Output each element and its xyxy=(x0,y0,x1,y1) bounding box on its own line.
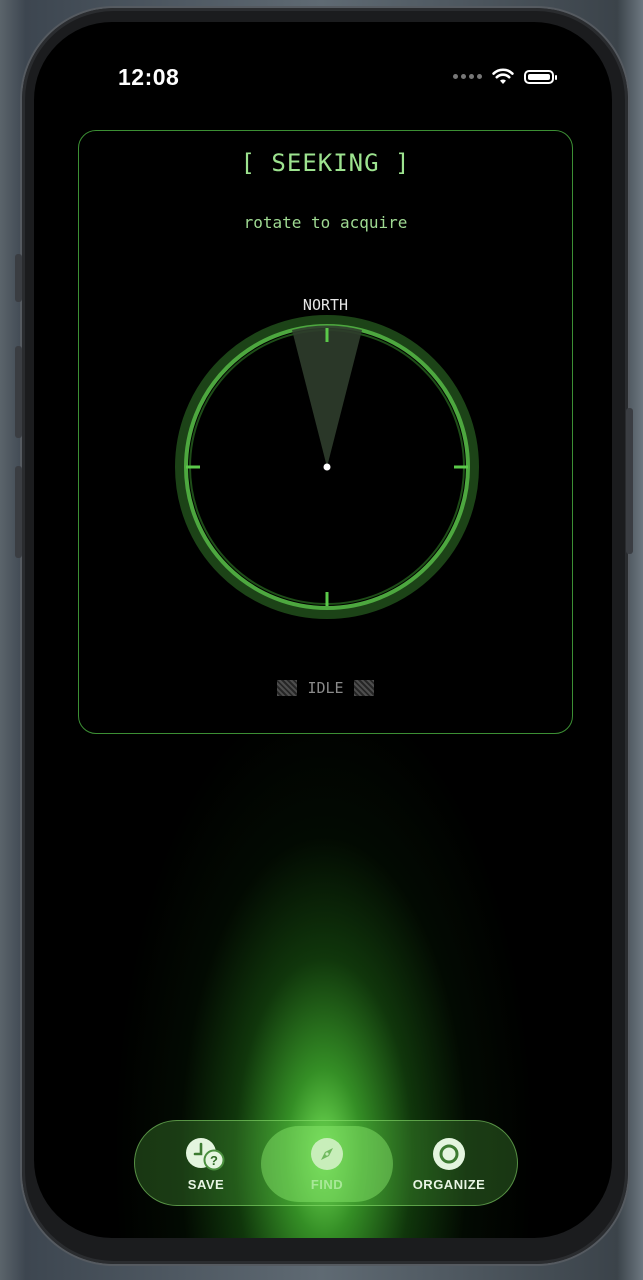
tab-organize-label: ORGANIZE xyxy=(412,1176,486,1192)
battery-icon xyxy=(524,69,557,84)
tab-find[interactable]: FIND xyxy=(261,1126,393,1202)
clock-question-icon: ? xyxy=(186,1137,225,1170)
target-icon xyxy=(433,1137,465,1170)
screen: 12:08 [ SEEKING ] rotate to acquire NORT… xyxy=(34,22,612,1238)
tab-save-label: SAVE xyxy=(187,1176,225,1192)
tab-find-label: FIND xyxy=(310,1176,344,1192)
status-icons xyxy=(453,68,557,85)
heading-cone xyxy=(292,325,362,467)
tab-organize[interactable]: ORGANIZE xyxy=(397,1121,501,1207)
status-time: 12:08 xyxy=(118,64,180,90)
status-label: IDLE xyxy=(307,679,344,697)
svg-text:?: ? xyxy=(210,1153,218,1168)
seeking-title: [ SEEKING ] xyxy=(240,149,411,177)
hatch-right-icon xyxy=(353,680,374,696)
volume-up-button xyxy=(15,346,22,438)
status-row: IDLE xyxy=(79,679,572,697)
power-button xyxy=(626,408,633,554)
wifi-icon xyxy=(492,68,514,84)
north-label: NORTH xyxy=(302,296,349,314)
volume-down-button xyxy=(15,466,22,558)
instruction-text: rotate to acquire xyxy=(243,213,408,232)
tab-save[interactable]: ? SAVE xyxy=(153,1121,259,1207)
compass-icon xyxy=(311,1137,343,1170)
hatch-left-icon xyxy=(277,680,298,696)
action-button xyxy=(15,254,22,302)
compass-dial xyxy=(175,315,479,619)
signal-dots-icon xyxy=(453,74,482,79)
tab-bar: ? SAVE FIND ORGANIZE xyxy=(134,1120,518,1206)
center-dot xyxy=(323,463,331,471)
seeker-card: [ SEEKING ] rotate to acquire NORTH IDLE xyxy=(78,130,573,734)
